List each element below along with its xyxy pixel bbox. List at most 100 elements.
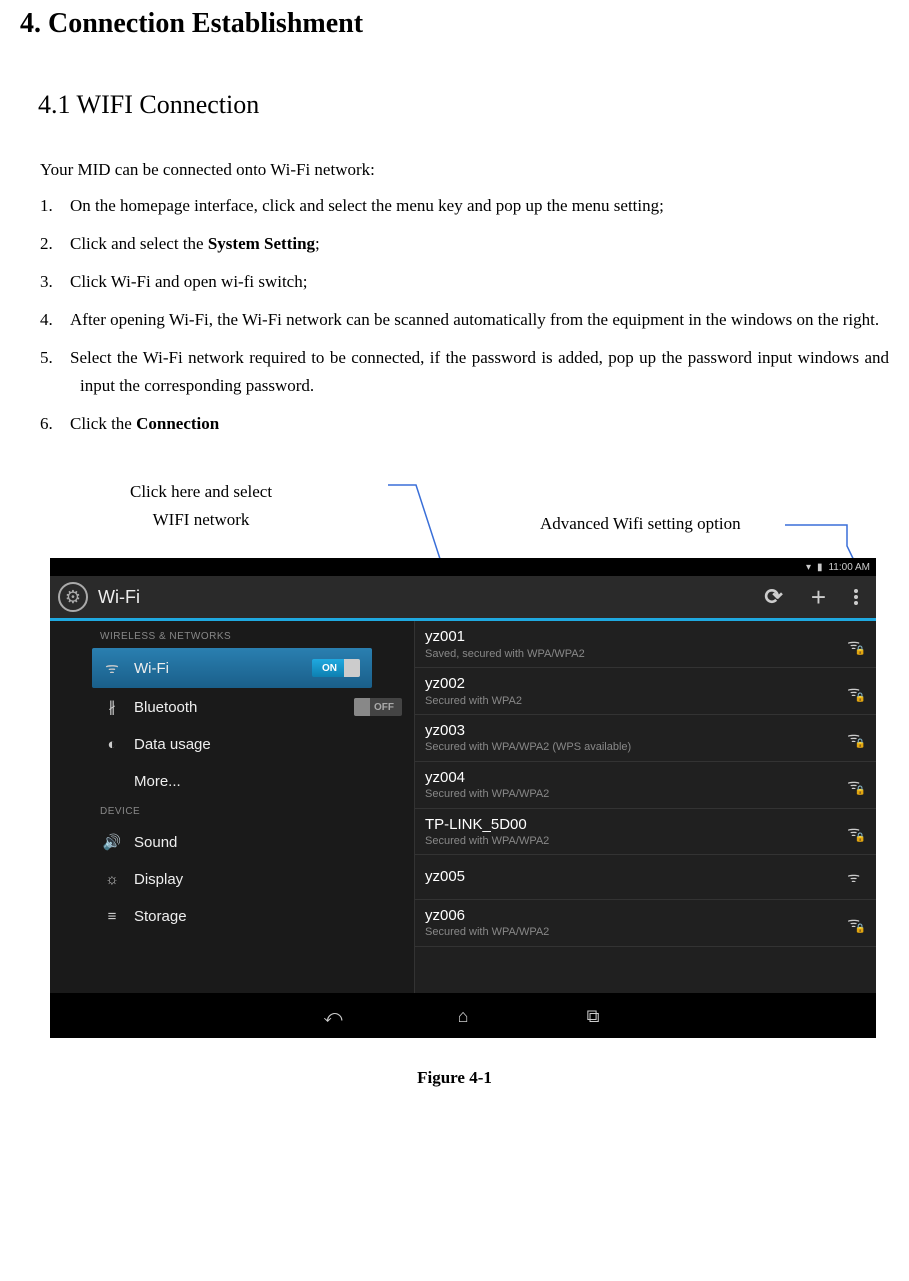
step-text: After opening Wi-Fi, the Wi-Fi network c…	[70, 310, 879, 329]
sidebar-item-label: More...	[134, 773, 402, 790]
step-number: 3.	[40, 268, 70, 296]
wifi-signal-icon: ᯤ🔒	[847, 728, 860, 747]
step-number: 5.	[40, 344, 70, 372]
wifi-signal-icon: ᯤ🔒	[847, 682, 860, 701]
wifi-signal-icon: ᯤ🔒	[847, 635, 860, 654]
wifi-toggle[interactable]: ON	[312, 659, 360, 677]
network-status: Secured with WPA/WPA2 (WPS available)	[425, 740, 847, 754]
bluetooth-icon: ∦	[102, 698, 122, 716]
callouts-container: Click here and select WIFI network Advan…	[20, 478, 889, 558]
callout-left: Click here and select WIFI network	[130, 478, 272, 532]
back-button[interactable]: ⤺	[313, 1006, 353, 1027]
step-number: 6.	[40, 410, 70, 438]
step-text: Click and select the System Setting;	[70, 234, 320, 253]
sidebar-item-label: Sound	[134, 834, 402, 851]
wifi-network-list: yz001 Saved, secured with WPA/WPA2 ᯤ🔒 yz…	[415, 621, 876, 993]
network-status: Saved, secured with WPA/WPA2	[425, 647, 847, 661]
wifi-network-item[interactable]: yz002 Secured with WPA2 ᯤ🔒	[415, 668, 876, 715]
network-status: Secured with WPA/WPA2	[425, 834, 847, 848]
sidebar-item-more[interactable]: More...	[50, 763, 414, 800]
lock-icon: 🔒	[855, 645, 866, 656]
sidebar-item-wifi[interactable]: ᯤ Wi-Fi ON	[92, 648, 372, 688]
sidebar-item-label: Data usage	[134, 736, 402, 753]
status-bar: ▾ ▮ 11:00 AM	[50, 558, 876, 576]
wifi-icon: ᯤ	[102, 658, 122, 678]
recent-apps-button[interactable]: ⧉	[573, 1006, 613, 1027]
steps-list: 1.On the homepage interface, click and s…	[40, 192, 889, 438]
bluetooth-toggle[interactable]: OFF	[354, 698, 402, 716]
android-nav-bar: ⤺ ⌂ ⧉	[50, 994, 876, 1038]
gear-icon	[58, 582, 88, 612]
wifi-network-item[interactable]: TP-LINK_5D00 Secured with WPA/WPA2 ᯤ🔒	[415, 809, 876, 856]
battery-icon: ▮	[817, 562, 823, 573]
sidebar-item-label: Bluetooth	[134, 699, 354, 716]
network-name: yz001	[425, 627, 847, 647]
network-name: yz005	[425, 867, 847, 887]
wifi-network-item[interactable]: yz001 Saved, secured with WPA/WPA2 ᯤ🔒	[415, 621, 876, 668]
step-text: On the homepage interface, click and sel…	[70, 196, 664, 215]
step-text: Select the Wi-Fi network required to be …	[70, 348, 889, 395]
settings-body: WIRELESS & NETWORKS ᯤ Wi-Fi ON ∦ Bluetoo…	[50, 621, 876, 993]
step-item: 2.Click and select the System Setting;	[40, 230, 889, 258]
header-actions: ⟳ +	[764, 582, 868, 613]
step-item: 5.Select the Wi-Fi network required to b…	[40, 344, 889, 400]
data-usage-icon: ◐	[102, 736, 122, 753]
step-number: 1.	[40, 192, 70, 220]
add-network-icon[interactable]: +	[811, 582, 826, 613]
sidebar-item-label: Wi-Fi	[134, 660, 312, 677]
settings-sidebar: WIRELESS & NETWORKS ᯤ Wi-Fi ON ∦ Bluetoo…	[50, 621, 415, 993]
menu-dots-icon[interactable]	[854, 589, 858, 605]
wifi-signal-icon: ᯤ🔒	[847, 913, 860, 932]
sidebar-section-label: DEVICE	[50, 800, 414, 823]
step-text: Click Wi-Fi and open wi-fi switch;	[70, 272, 307, 291]
intro-text: Your MID can be connected onto Wi-Fi net…	[40, 160, 889, 180]
wifi-network-item[interactable]: yz004 Secured with WPA/WPA2 ᯤ🔒	[415, 762, 876, 809]
sidebar-section-label: WIRELESS & NETWORKS	[50, 625, 414, 648]
step-number: 2.	[40, 230, 70, 258]
network-name: yz006	[425, 906, 847, 926]
sidebar-item-bluetooth[interactable]: ∦ Bluetooth OFF	[50, 688, 414, 726]
wps-icon[interactable]: ⟳	[764, 584, 782, 610]
storage-icon: ≡	[102, 908, 122, 925]
bold-term: System Setting	[208, 234, 315, 253]
sidebar-item-sound[interactable]: 🔊 Sound	[50, 823, 414, 861]
callout-text: Click here and select	[130, 482, 272, 501]
network-name: TP-LINK_5D00	[425, 815, 847, 835]
step-item: 4.After opening Wi-Fi, the Wi-Fi network…	[40, 306, 889, 334]
network-name: yz004	[425, 768, 847, 788]
sidebar-item-label: Display	[134, 871, 402, 888]
header-title: Wi-Fi	[98, 587, 764, 608]
sidebar-item-storage[interactable]: ≡ Storage	[50, 898, 414, 935]
wifi-status-icon: ▾	[806, 562, 811, 573]
callout-right: Advanced Wifi setting option	[540, 514, 741, 534]
wifi-network-item[interactable]: yz006 Secured with WPA/WPA2 ᯤ🔒	[415, 900, 876, 947]
figure-caption: Figure 4-1	[20, 1068, 889, 1088]
wifi-signal-icon: ᯤ🔒	[847, 822, 860, 841]
lock-icon: 🔒	[855, 785, 866, 796]
step-text: Click the Connection	[70, 414, 219, 433]
android-screenshot: ▾ ▮ 11:00 AM Wi-Fi ⟳ + WIRELESS & NETWOR…	[50, 558, 876, 1038]
wifi-signal-icon: ᯤ	[847, 868, 860, 887]
sidebar-item-label: Storage	[134, 908, 402, 925]
section-heading: 4. Connection Establishment	[20, 8, 889, 40]
step-number: 4.	[40, 306, 70, 334]
step-item: 3.Click Wi-Fi and open wi-fi switch;	[40, 268, 889, 296]
home-button[interactable]: ⌂	[443, 1006, 483, 1027]
network-name: yz003	[425, 721, 847, 741]
sidebar-item-display[interactable]: ☼ Display	[50, 861, 414, 898]
network-name: yz002	[425, 674, 847, 694]
lock-icon: 🔒	[855, 738, 866, 749]
wifi-network-item[interactable]: yz003 Secured with WPA/WPA2 (WPS availab…	[415, 715, 876, 762]
sidebar-item-data-usage[interactable]: ◐ Data usage	[50, 726, 414, 763]
lock-icon: 🔒	[855, 692, 866, 703]
display-icon: ☼	[102, 871, 122, 888]
lock-icon: 🔒	[855, 923, 866, 934]
network-status: Secured with WPA2	[425, 694, 847, 708]
subsection-heading: 4.1 WIFI Connection	[38, 90, 889, 120]
sound-icon: 🔊	[102, 833, 122, 851]
network-status: Secured with WPA/WPA2	[425, 787, 847, 801]
bold-term: Connection	[136, 414, 219, 433]
wifi-network-item[interactable]: yz005 ᯤ	[415, 855, 876, 900]
wifi-signal-icon: ᯤ🔒	[847, 775, 860, 794]
lock-icon: 🔒	[855, 832, 866, 843]
